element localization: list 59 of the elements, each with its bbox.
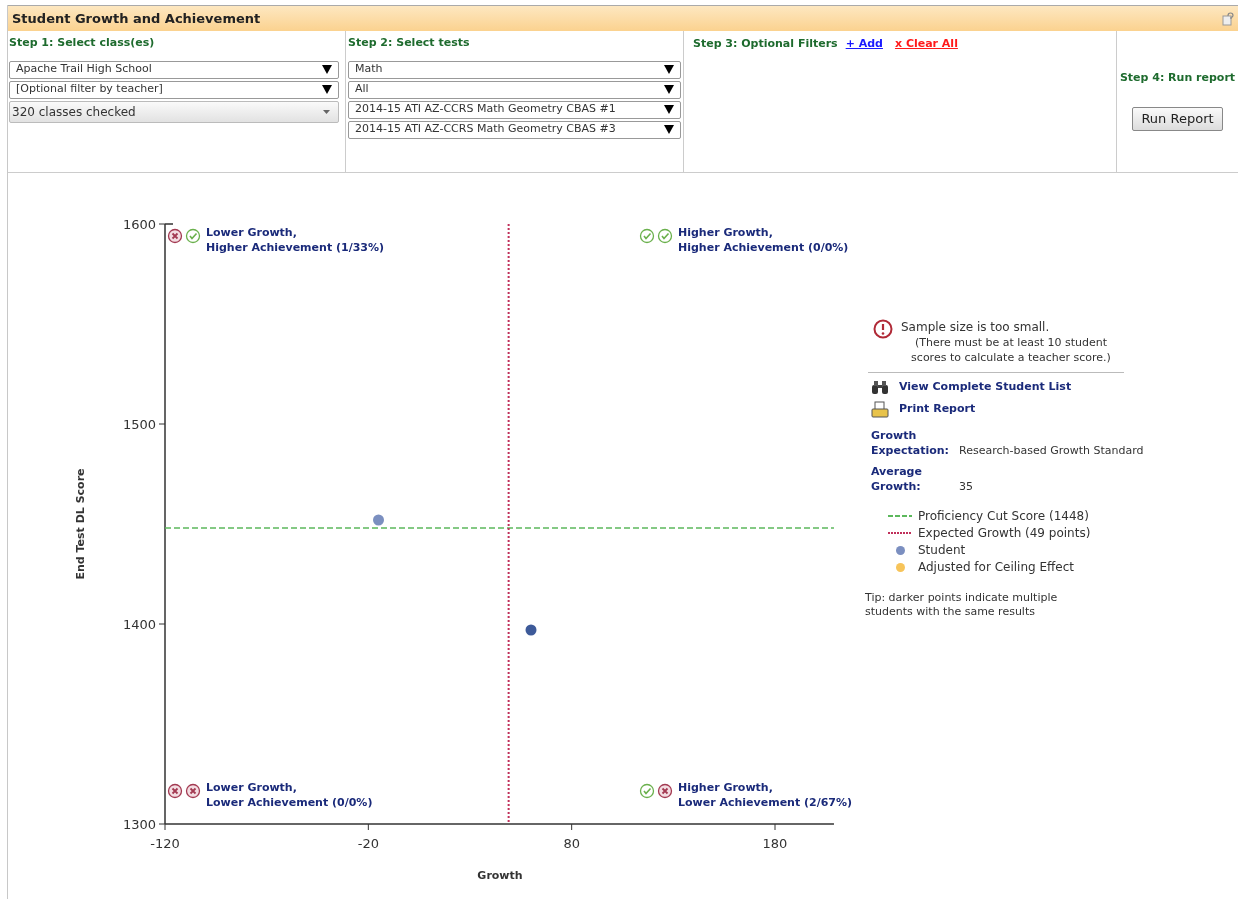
dropdown-field[interactable]: 2014-15 ATI AZ-CCRS Math Geometry CBAS #1 — [348, 100, 681, 119]
tick-label: 180 — [762, 836, 788, 851]
student-point[interactable] — [373, 514, 384, 526]
student-point[interactable] — [525, 624, 537, 636]
dropdown-field[interactable]: Math — [348, 60, 681, 79]
side-link[interactable]: View Complete Student List — [899, 379, 1072, 396]
quadrant-label: Higher Achievement (1/33%) — [206, 241, 385, 254]
fact-label: Average Growth: — [871, 463, 923, 494]
quadrant-label: Higher Achievement (0/0%) — [678, 241, 849, 254]
fact-value: 35 — [959, 478, 973, 494]
binoculars-icon — [871, 379, 889, 395]
printer-icon — [871, 400, 889, 418]
help-icon[interactable] — [1222, 11, 1234, 26]
tick-label: 80 — [563, 836, 580, 851]
quadrant-label: Lower Achievement (2/67%) — [678, 796, 853, 809]
legend-label: Adjusted for Ceiling Effect — [918, 559, 1074, 576]
tick-label: 1500 — [122, 417, 156, 432]
caret-icon — [664, 85, 674, 94]
tick-label: 1300 — [122, 817, 156, 832]
tick-label: -120 — [150, 836, 180, 851]
warning-text: Sample size is too small. — [901, 319, 1051, 335]
quadrant-label: Lower Growth, — [206, 781, 297, 794]
clear-all-link[interactable]: x Clear All — [894, 36, 958, 53]
warning-icon — [873, 319, 893, 339]
warning-note: (There must be at least 10 student scores to calculate a teacher score.) — [910, 335, 1112, 365]
caret-icon — [322, 85, 332, 94]
step-label: Step 2: Select tests — [348, 35, 471, 51]
quadrant-label: Lower Growth, — [206, 226, 297, 239]
fact-label: Growth Expectation: — [871, 427, 950, 458]
legend-label: Expected Growth (49 points) — [918, 525, 1091, 542]
step-label: Step 4: Run report — [1119, 70, 1236, 86]
dropdown-field[interactable]: Apache Trail High School — [9, 60, 339, 79]
run-report-button[interactable]: Run Report — [1132, 106, 1223, 131]
dropdown-field[interactable]: All — [348, 80, 681, 99]
axis-title: Growth — [477, 869, 523, 882]
side-link[interactable]: Print Report — [899, 400, 976, 418]
step-label: Step 1: Select class(es) — [9, 35, 156, 51]
tick-label: 1600 — [122, 217, 156, 232]
caret-icon — [664, 65, 674, 74]
dropdown-field[interactable]: [Optional filter by teacher] — [9, 80, 339, 99]
fact-value: Research-based Growth Standard — [959, 442, 1144, 458]
caret-icon — [323, 109, 330, 114]
legend-label: Student — [918, 542, 966, 559]
quadrant-label: Higher Growth, — [678, 226, 773, 239]
quadrant-label: Higher Growth, — [678, 781, 773, 794]
axis-title: End Test DL Score — [74, 468, 87, 580]
tick-label: 1400 — [122, 617, 156, 632]
caret-icon — [322, 65, 332, 74]
dropdown-field[interactable]: 2014-15 ATI AZ-CCRS Math Geometry CBAS #3 — [348, 120, 681, 139]
tick-label: -20 — [357, 836, 379, 851]
quadrant-label: Lower Achievement (0/0%) — [206, 796, 373, 809]
caret-icon — [664, 105, 674, 114]
panel-title: Student Growth and Achievement — [12, 9, 261, 28]
step-label: Step 3: Optional Filters — [693, 36, 838, 52]
tip-text: Tip: darker points indicate multiple students with the same results — [865, 590, 1059, 619]
legend-label: Proficiency Cut Score (1448) — [918, 508, 1089, 525]
caret-icon — [664, 125, 674, 134]
add-filter-link[interactable]: + Add — [845, 36, 883, 53]
multiselect-field[interactable]: 320 classes checked — [9, 100, 339, 123]
